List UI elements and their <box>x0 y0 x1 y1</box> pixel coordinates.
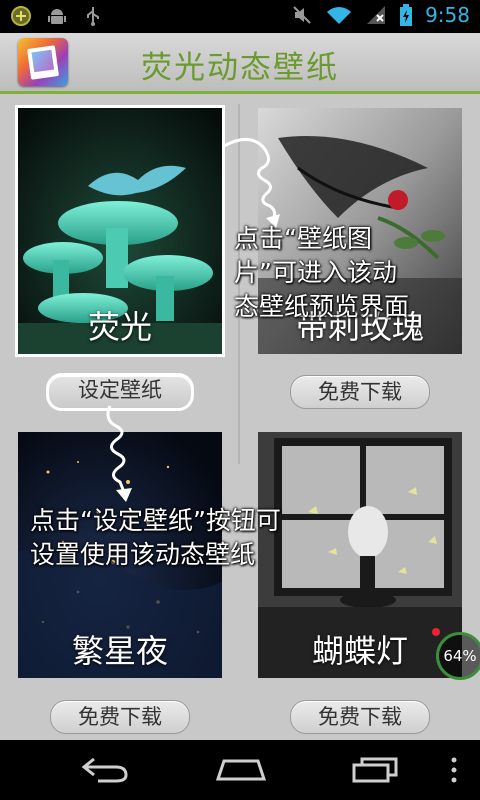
wallpaper-card-fluorescent[interactable]: 荧光 <box>15 105 225 357</box>
wallpaper-card-butterfly-lamp[interactable]: 蝴蝶灯 <box>258 432 462 678</box>
clock: 9:58 <box>425 3 470 27</box>
navigation-bar <box>0 740 480 800</box>
free-download-button[interactable]: 免费下载 <box>290 700 430 734</box>
annotation-arrow-button <box>106 405 132 502</box>
progress-indicator-dot <box>432 628 440 636</box>
annotation-line: 点击“设定壁纸”按钮可 <box>30 506 281 535</box>
wallpaper-thumbnail[interactable]: 蝴蝶灯 <box>258 432 462 678</box>
free-download-button[interactable]: 免费下载 <box>50 700 190 734</box>
annotation-line: 态壁纸预览界面 <box>234 292 410 321</box>
wallpaper-thumbnail[interactable]: 荧光 <box>15 105 225 357</box>
battery-charging-icon <box>400 4 413 26</box>
home-icon[interactable] <box>214 755 268 785</box>
menu-icon[interactable] <box>448 755 460 785</box>
wallpaper-grid: 荧光 设定壁纸 带刺玫瑰 免费下载 繁星夜 免费下载 蝴蝶灯 免费下载 点击“壁… <box>0 94 480 740</box>
back-icon[interactable] <box>80 755 130 785</box>
annotation-line: 点击“壁纸图 <box>234 224 372 253</box>
free-download-button[interactable]: 免费下载 <box>290 375 430 409</box>
app-title-bar: 荧光动态壁纸 <box>0 33 480 94</box>
wallpaper-title: 繁星夜 <box>71 632 168 670</box>
annotation-tap-image: 点击“壁纸图 片”可进入该动 态壁纸预览界面 <box>234 222 409 324</box>
android-debug-icon <box>11 6 31 26</box>
app-title: 荧光动态壁纸 <box>141 50 339 86</box>
usb-icon <box>87 7 99 26</box>
download-progress[interactable]: 64% <box>436 632 480 680</box>
mute-icon <box>293 6 311 24</box>
signal-x-icon <box>367 6 386 24</box>
android-robot-icon <box>48 9 66 24</box>
annotation-line: 设置使用该动态壁纸 <box>30 540 256 569</box>
wallpaper-title: 荧光 <box>87 308 152 346</box>
annotation-arrow-image <box>223 138 280 228</box>
status-bar: 9:58 <box>0 0 480 33</box>
wifi-icon <box>327 7 352 24</box>
annotation-line: 片”可进入该动 <box>234 258 397 287</box>
recent-apps-icon[interactable] <box>350 755 400 785</box>
annotation-tap-button: 点击“设定壁纸”按钮可 设置使用该动态壁纸 <box>30 504 281 572</box>
